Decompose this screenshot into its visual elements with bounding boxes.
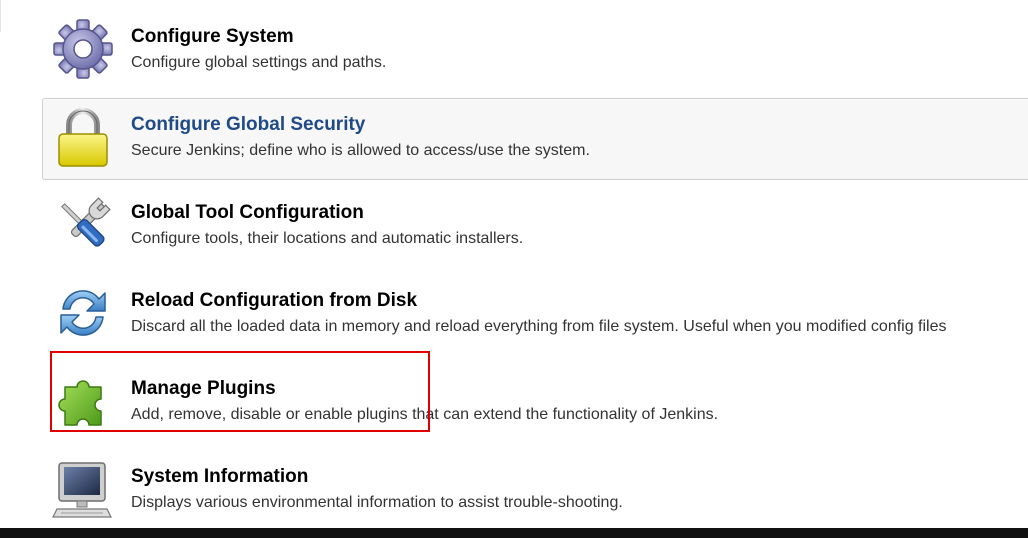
manage-plugins-item[interactable]: Manage Plugins Add, remove, disable or e… — [42, 362, 1028, 444]
item-description: Add, remove, disable or enable plugins t… — [131, 406, 719, 423]
item-title[interactable]: Global Tool Configuration — [131, 202, 364, 224]
reload-configuration-item[interactable]: Reload Configuration from Disk Discard a… — [42, 274, 1028, 356]
manage-jenkins-list: Configure System Configure global settin… — [42, 10, 1028, 538]
global-tool-configuration-item[interactable]: Global Tool Configuration Configure tool… — [42, 186, 1028, 268]
computer-monitor-icon — [51, 457, 115, 521]
item-title[interactable]: Reload Configuration from Disk — [131, 290, 417, 312]
reload-icon — [51, 281, 115, 345]
system-information-item[interactable]: System Information Displays various envi… — [42, 450, 1028, 532]
item-description: Secure Jenkins; define who is allowed to… — [131, 142, 590, 159]
item-description: Configure tools, their locations and aut… — [131, 230, 524, 247]
item-description: Displays various environmental informati… — [131, 494, 623, 511]
bottom-bar — [0, 528, 1028, 538]
item-title[interactable]: System Information — [131, 466, 308, 488]
lock-icon — [51, 105, 115, 169]
configure-system-item[interactable]: Configure System Configure global settin… — [42, 10, 1028, 92]
item-title[interactable]: Configure Global Security — [131, 114, 365, 136]
item-description: Configure global settings and paths. — [131, 54, 387, 71]
left-divider — [0, 0, 4, 32]
gear-icon — [51, 17, 115, 81]
item-description: Discard all the loaded data in memory an… — [131, 318, 947, 335]
puzzle-piece-icon — [51, 369, 115, 433]
item-title[interactable]: Manage Plugins — [131, 378, 276, 400]
configure-global-security-item[interactable]: Configure Global Security Secure Jenkins… — [42, 98, 1028, 180]
item-title[interactable]: Configure System — [131, 26, 294, 48]
wrench-screwdriver-icon — [51, 193, 115, 257]
